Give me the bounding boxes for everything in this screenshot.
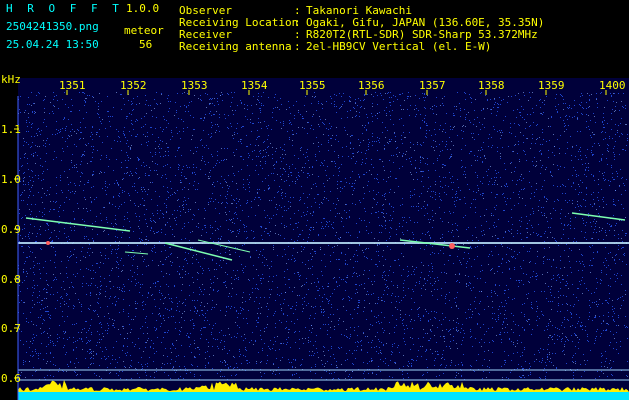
signal-baseline (18, 392, 629, 400)
x-tick-label: 1352 (120, 79, 147, 92)
y-axis-unit: kHz (1, 73, 21, 86)
y-tick-label: 1.0 (1, 173, 21, 186)
y-tick-label: 0.9 (1, 223, 21, 236)
meteor-hotspot (46, 241, 50, 245)
x-tick-label: 1357 (419, 79, 446, 92)
y-tick-label: 0.8 (1, 273, 21, 286)
x-tick-label: 1356 (358, 79, 385, 92)
x-tick-label: 1354 (241, 79, 268, 92)
app-name: H R O F F T (6, 2, 123, 15)
antenna-label: Receiving antenna (179, 40, 292, 53)
x-tick-label: 1400 (599, 79, 626, 92)
x-tick-label: 1351 (59, 79, 86, 92)
antenna-sep: : (294, 40, 301, 53)
meteor-hotspot (449, 243, 455, 249)
meteor-label: meteor (124, 24, 164, 37)
date-time: 25.04.24 13:50 (6, 38, 99, 51)
x-tick-label: 1355 (299, 79, 326, 92)
file-name: 2504241350.png (6, 20, 99, 33)
antenna-value: 2el-HB9CV Vertical (el. E-W) (306, 40, 492, 53)
x-tick-label: 1353 (181, 79, 208, 92)
y-tick-label: 0.7 (1, 322, 21, 335)
spectrogram (14, 78, 629, 400)
y-tick-label: 1.1 (1, 123, 21, 136)
app-version: 1.0.0 (126, 2, 160, 15)
y-tick-label: 0.6 (1, 372, 21, 385)
x-tick-label: 1359 (538, 79, 565, 92)
meteor-count: 56 (139, 38, 153, 51)
x-tick-label: 1358 (478, 79, 505, 92)
